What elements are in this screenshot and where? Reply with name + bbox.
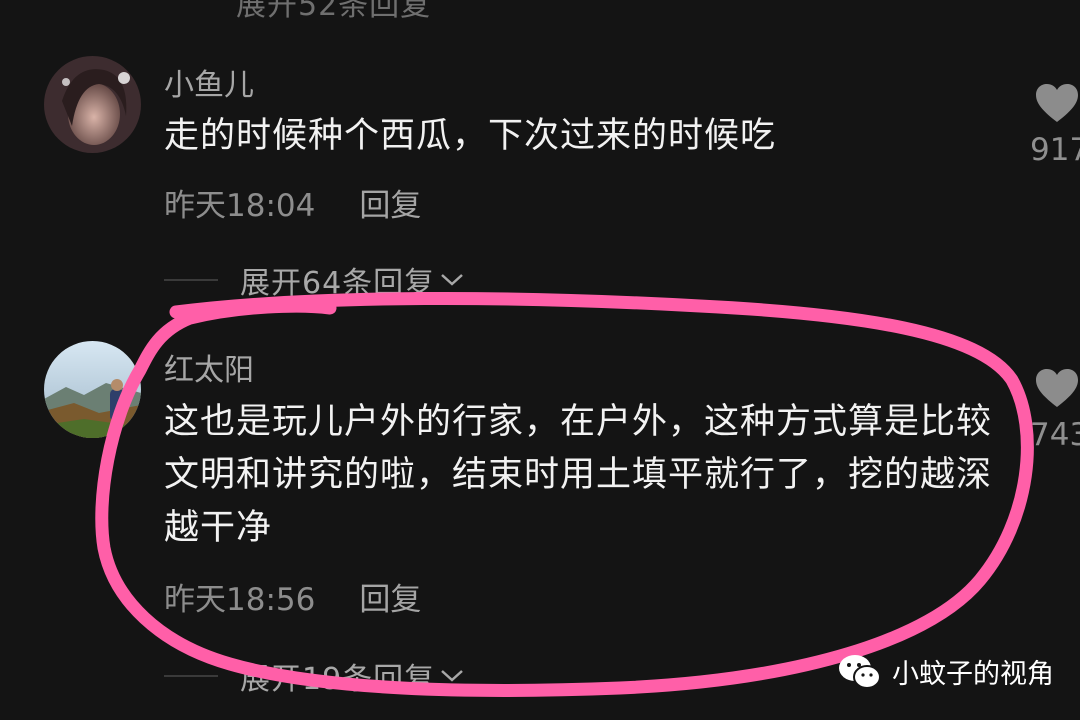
- comment-meta: 昨天18:56 回复: [164, 574, 421, 619]
- like-count: 917: [1030, 132, 1080, 168]
- divider-line: [164, 675, 218, 677]
- heart-icon: [1036, 84, 1078, 122]
- heart-icon: [1036, 369, 1078, 407]
- expand-replies-label: 展开64条回复: [240, 266, 436, 301]
- comment-text: 这也是玩儿户外的行家，在户外，这种方式算是比较文明和讲究的啦，结束时用土填平就行…: [164, 402, 993, 548]
- comment-text: 走的时候种个西瓜，下次过来的时候吃: [164, 116, 777, 156]
- comment-username[interactable]: 小鱼儿: [164, 60, 254, 104]
- watermark: 小蚊子的视角: [838, 652, 1054, 691]
- avatar-image: [44, 341, 141, 438]
- watermark-text: 小蚊子的视角: [892, 659, 1054, 690]
- comment-screen: 展开52条回复 小鱼儿 走的时候种个西瓜，下次过来的时候吃 昨天18:04 回复…: [0, 0, 1080, 720]
- wechat-icon: [839, 654, 881, 689]
- comment-timestamp: 昨天18:56: [164, 582, 316, 618]
- expand-replies-label: 展开52条回复: [236, 0, 432, 23]
- avatar[interactable]: [44, 56, 141, 153]
- expand-replies-top[interactable]: 展开52条回复: [236, 0, 431, 24]
- avatar-image: [44, 56, 141, 153]
- comment-username[interactable]: 红太阳: [164, 345, 254, 389]
- like-button[interactable]: 917: [1030, 82, 1080, 168]
- chevron-down-icon: [441, 670, 464, 682]
- reply-button[interactable]: 回复: [359, 188, 421, 224]
- like-button[interactable]: 743: [1030, 367, 1080, 453]
- like-count: 743: [1030, 417, 1080, 453]
- expand-replies-label: 展开19条回复: [240, 662, 436, 697]
- comment-meta: 昨天18:04 回复: [164, 180, 421, 225]
- avatar[interactable]: [44, 341, 141, 438]
- divider-line: [164, 279, 218, 281]
- comment-timestamp: 昨天18:04: [164, 188, 316, 224]
- expand-replies[interactable]: 展开19条回复: [164, 654, 465, 698]
- expand-replies[interactable]: 展开64条回复: [164, 258, 465, 302]
- chevron-down-icon: [441, 274, 464, 286]
- reply-button[interactable]: 回复: [359, 582, 421, 618]
- highlight-annotation: [95, 291, 1034, 697]
